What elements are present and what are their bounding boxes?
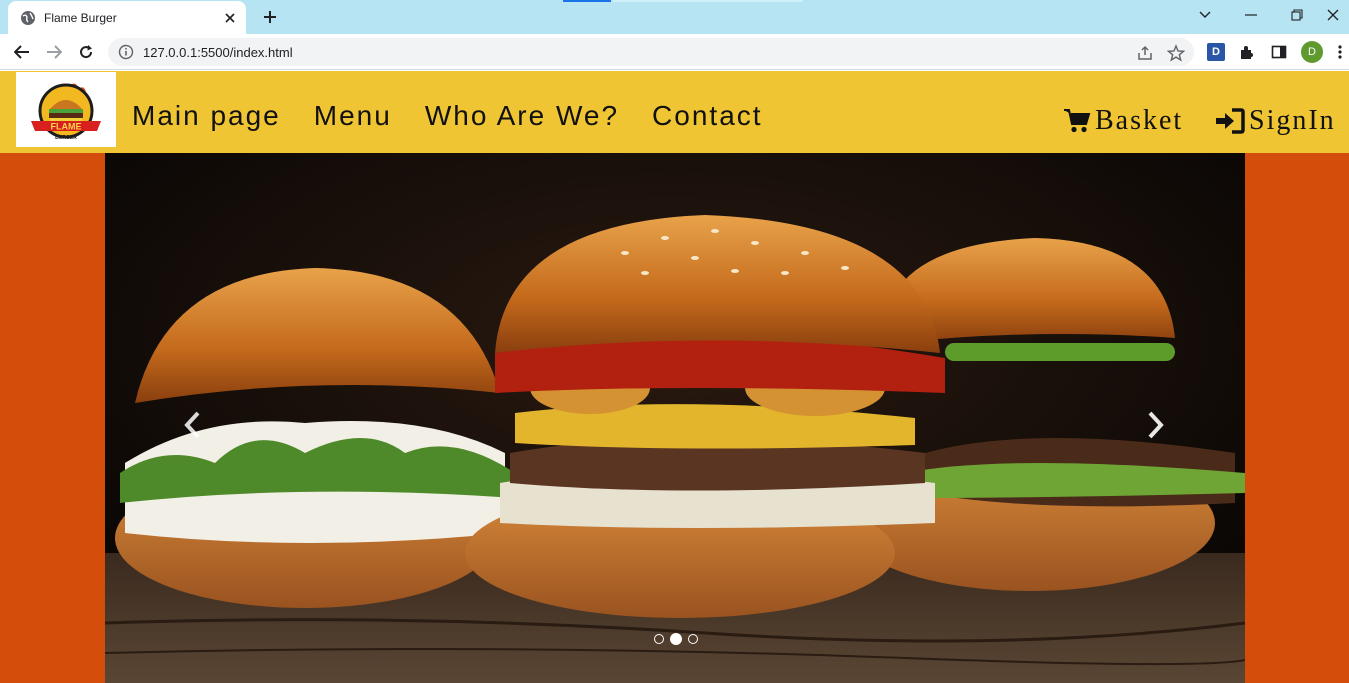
cart-icon	[1063, 108, 1091, 134]
carousel-next-icon[interactable]	[1144, 408, 1168, 442]
carousel-indicators	[654, 633, 704, 645]
browser-toolbar: 127.0.0.1:5500/index.html D D	[0, 34, 1349, 70]
globe-icon	[20, 10, 36, 26]
sign-in-icon	[1215, 108, 1245, 134]
nav-menu[interactable]: Menu	[314, 100, 392, 132]
basket-label: Basket	[1095, 105, 1184, 136]
share-icon[interactable]	[1136, 44, 1154, 62]
reload-icon[interactable]	[74, 40, 98, 64]
site-header: FLAME BURGER Main page Menu Who Are We? …	[0, 71, 1349, 153]
close-window-icon[interactable]	[1318, 0, 1348, 30]
address-bar[interactable]: 127.0.0.1:5500/index.html	[108, 38, 1194, 66]
carousel-dot-1[interactable]	[654, 634, 664, 644]
nav-main-page[interactable]: Main page	[132, 100, 281, 132]
new-tab-button[interactable]	[258, 6, 282, 28]
carousel-dot-3[interactable]	[688, 634, 698, 644]
signin-label: SignIn	[1249, 105, 1336, 136]
side-panel-icon[interactable]	[1270, 43, 1288, 61]
extension-d-icon[interactable]: D	[1207, 43, 1225, 61]
nav-contact[interactable]: Contact	[652, 100, 763, 132]
carousel-dot-2[interactable]	[670, 633, 682, 645]
carousel-prev-icon[interactable]	[180, 408, 204, 442]
hero-section	[0, 153, 1349, 683]
forward-icon[interactable]	[42, 40, 66, 64]
browser-tab[interactable]: Flame Burger	[8, 1, 246, 34]
signin-button[interactable]: SignIn	[1215, 105, 1336, 137]
tab-title: Flame Burger	[44, 10, 117, 25]
restore-icon[interactable]	[1274, 0, 1320, 30]
minimize-icon[interactable]	[1228, 0, 1274, 30]
back-icon[interactable]	[10, 40, 34, 64]
site-logo[interactable]: FLAME BURGER	[16, 72, 116, 147]
tab-search-icon[interactable]	[1182, 0, 1228, 30]
nav-who-are-we[interactable]: Who Are We?	[425, 100, 619, 132]
extensions-puzzle-icon[interactable]	[1238, 43, 1256, 61]
url-text: 127.0.0.1:5500/index.html	[143, 44, 293, 60]
logo-subtext: BURGER	[55, 135, 77, 141]
bookmark-star-icon[interactable]	[1167, 44, 1185, 62]
browser-tabstrip: Flame Burger	[0, 0, 1349, 34]
tab-drag-indicator	[563, 0, 611, 2]
basket-button[interactable]: Basket	[1063, 105, 1183, 137]
tab-drag-indicator-track	[613, 0, 803, 2]
site-info-icon[interactable]	[118, 44, 134, 60]
profile-avatar[interactable]: D	[1301, 41, 1323, 63]
carousel-slide-image	[105, 153, 1245, 683]
browser-menu-icon[interactable]	[1335, 43, 1345, 61]
logo-text: FLAME	[51, 121, 82, 131]
main-nav: Main page Menu Who Are We? Contact	[132, 100, 796, 132]
close-tab-icon[interactable]	[220, 8, 240, 28]
